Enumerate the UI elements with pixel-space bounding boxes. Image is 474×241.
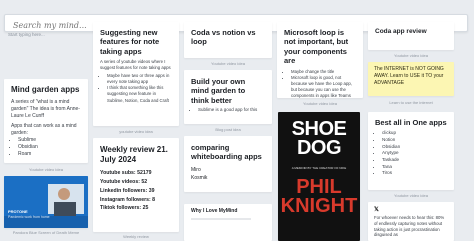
- note-card[interactable]: The INTERNET is NOT GOING AWAY. Learn to…: [368, 62, 454, 96]
- list-item: I think that something like this suggest…: [107, 85, 172, 104]
- search-hint: Start typing here...: [8, 32, 45, 37]
- card-body: A series of "what is a mind garden" The …: [11, 99, 80, 119]
- card-list: Sublime is a good app for this: [191, 107, 265, 114]
- note-caption: Learn to use the internet: [389, 100, 433, 105]
- book-cover-card[interactable]: SHOE DOG A MEMOIR BY THE CREATOR OF NIKE…: [278, 112, 360, 241]
- list-item: Anytype: [382, 150, 447, 157]
- card-body: A series of youtube videos where I sugge…: [100, 59, 171, 70]
- list-item: Kosmik: [191, 174, 208, 181]
- book-author: PHIL KNIGHT: [278, 177, 360, 217]
- card-caption: Youtube video idea: [394, 193, 428, 198]
- card-mind-garden-apps[interactable]: Mind garden apps A series of "what is a …: [4, 79, 88, 163]
- thumbnail-caption: Pandora Blue Screen of Death Meme: [12, 230, 80, 235]
- card-title: Suggesting new features for note taking …: [100, 28, 160, 56]
- list-item: Notion: [382, 137, 447, 144]
- stat-line: Linkedin followers: 39: [100, 187, 155, 194]
- card-title: Coda app review: [375, 28, 427, 35]
- card-list: Maybe have two or three apps in every no…: [100, 73, 172, 104]
- card-list: Maybe change the title Microsoft loop is…: [284, 69, 356, 99]
- book-tagline: A MEMOIR BY THE CREATOR OF NIKE: [291, 166, 347, 170]
- card-list: Sublime Obsidian Roam: [11, 137, 81, 159]
- stat-line: Instagram followers: 8: [100, 196, 156, 203]
- card-caption: Weekly review: [123, 234, 149, 239]
- stat-line: Youtube videos: 52: [100, 178, 148, 185]
- card-title: Build your own mind garden to think bett…: [191, 77, 246, 105]
- card-whiteboarding-apps[interactable]: comparing whiteboarding apps Miro Kosmik: [184, 136, 272, 192]
- tweet-card[interactable]: 𝕏 For whoever needs to hear this: 80% of…: [368, 202, 454, 241]
- list-item: Tiros: [382, 170, 447, 177]
- card-title: Microsoft loop is not important, but you…: [284, 28, 349, 66]
- book-author-line: KNIGHT: [280, 195, 358, 217]
- card-list: clickup Notion Obsidian Anytype Taskade …: [375, 130, 447, 177]
- note-text: The INTERNET is NOT GOING AWAY. Learn to…: [374, 66, 444, 86]
- list-item: Sublime is a good app for this: [198, 107, 265, 114]
- list-item: Obsidian: [382, 144, 447, 151]
- card-title: Why I Love MyMind: [191, 208, 238, 214]
- card-microsoft-loop[interactable]: Microsoft loop is not important, but you…: [277, 22, 363, 98]
- thumbnail-subtitle: Pandemic work from home: [8, 215, 50, 219]
- tweet-text: For whoever needs to hear this: 80% of e…: [374, 215, 445, 238]
- stat-line: Tiktok followers: 25: [100, 205, 149, 212]
- card-caption: Youtube video idea: [211, 61, 245, 66]
- card-why-i-love-mymind[interactable]: Why I Love MyMind: [184, 204, 272, 241]
- thumbnail-image: [4, 176, 88, 228]
- card-caption: Youtube video idea: [303, 101, 337, 106]
- card-caption: Blog post idea: [215, 127, 241, 132]
- card-all-in-one-apps[interactable]: Best all in One apps clickup Notion Obsi…: [368, 112, 454, 190]
- card-caption: Youtube video idea: [394, 53, 428, 58]
- card-title: Coda vs notion vs loop: [191, 28, 256, 47]
- list-item: Sublime: [18, 137, 81, 144]
- card-title: comparing whiteboarding apps: [191, 143, 262, 162]
- list-item: clickup: [382, 130, 447, 137]
- stat-line: Youtube subs: 52179: [100, 170, 152, 176]
- thumbnail-card[interactable]: PROTONE Pandemic work from home: [4, 176, 88, 228]
- thumbnail-title: PROTONE: [8, 209, 28, 214]
- card-title: Weekly review 21. July 2024: [100, 145, 168, 164]
- book-title-line: DOG: [296, 137, 342, 159]
- card-body: Apps that can work as a mind garden:: [11, 123, 77, 136]
- list-item: Maybe have two or three apps in every no…: [107, 73, 172, 85]
- card-coda-notion-loop[interactable]: Coda vs notion vs loop: [184, 22, 272, 58]
- list-item: Miro: [191, 166, 201, 173]
- card-title: Best all in One apps: [375, 118, 447, 127]
- list-item: Microsoft loop is good, not because we h…: [291, 75, 356, 98]
- x-logo-icon: 𝕏: [374, 207, 379, 213]
- list-item: Taskade: [382, 157, 447, 164]
- card-build-mind-garden[interactable]: Build your own mind garden to think bett…: [184, 70, 272, 124]
- card-weekly-review[interactable]: Weekly review 21. July 2024 Youtube subs…: [93, 138, 179, 232]
- card-title: Mind garden apps: [11, 85, 80, 94]
- list-item: Tana: [382, 164, 447, 171]
- card-caption: Youtube video idea: [29, 167, 63, 172]
- list-item: Obsidian: [18, 144, 81, 151]
- card-caption: youtube video idea: [119, 129, 153, 134]
- card-suggesting-features[interactable]: Suggesting new features for note taking …: [93, 22, 179, 126]
- text-placeholder: [191, 218, 251, 220]
- card-coda-review[interactable]: Coda app review: [368, 22, 454, 50]
- list-item: Roam: [18, 151, 81, 158]
- book-title: SHOE DOG: [278, 119, 360, 159]
